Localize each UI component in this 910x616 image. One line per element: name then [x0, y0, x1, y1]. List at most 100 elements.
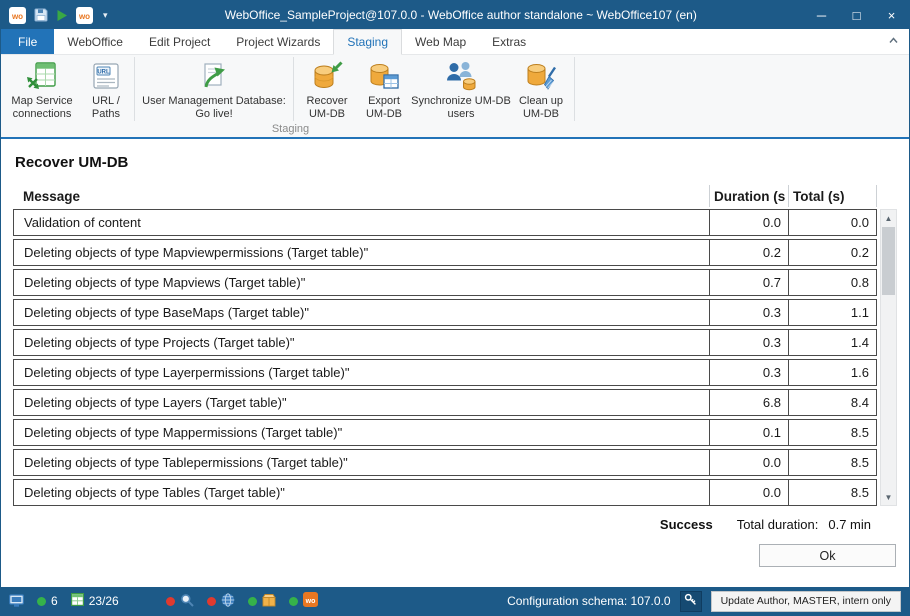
table-row[interactable]: Deleting objects of type Mapviewpermissi… [13, 239, 877, 266]
table-row[interactable]: Deleting objects of type BaseMaps (Targe… [13, 299, 877, 326]
run-icon[interactable] [56, 9, 68, 22]
counter-1-value: 6 [51, 594, 58, 608]
row-total: 8.5 [788, 480, 876, 505]
row-total: 8.5 [788, 450, 876, 475]
tab-extras[interactable]: Extras [479, 29, 539, 54]
total-duration-label: Total duration: [737, 517, 819, 532]
row-message: Deleting objects of type Mapviewpermissi… [14, 240, 709, 265]
key-button[interactable] [680, 591, 702, 612]
collapse-ribbon-button[interactable] [878, 29, 909, 54]
green-status-dot [289, 597, 298, 606]
weboffice-logo-icon[interactable]: wo [9, 7, 26, 24]
url-paths-icon: URL [90, 59, 122, 93]
table-row[interactable]: Deleting objects of type Layers (Target … [13, 389, 877, 416]
url-paths-button[interactable]: URL URL / Paths [81, 56, 131, 122]
search-service-status[interactable] [166, 593, 194, 610]
table-row[interactable]: Deleting objects of type Mappermissions … [13, 419, 877, 446]
window-title: WebOffice_SampleProject@107.0.0 - WebOff… [118, 8, 804, 22]
update-author-button[interactable]: Update Author, MASTER, intern only [711, 591, 901, 612]
row-total: 0.0 [788, 210, 876, 235]
row-message: Deleting objects of type Mapviews (Targe… [14, 270, 709, 295]
key-icon [684, 593, 697, 609]
row-duration: 0.7 [709, 270, 788, 295]
result-summary: Success Total duration: 0.7 min [13, 517, 897, 532]
page-title: Recover UM-DB [15, 154, 897, 171]
counter-2-value: 23/26 [89, 594, 119, 608]
status-counter-1[interactable]: 6 [37, 594, 58, 608]
ribbon: Map Service connections URL URL / [1, 55, 909, 139]
green-status-dot [248, 597, 257, 606]
tab-staging[interactable]: Staging [333, 29, 402, 55]
web-service-status[interactable] [207, 593, 235, 610]
ribbon-button-label: URL / Paths [81, 95, 131, 121]
table-row[interactable]: Deleting objects of type Tables (Target … [13, 479, 877, 506]
chevron-up-icon [888, 33, 899, 51]
map-service-connections-icon [26, 59, 58, 93]
package-service-status[interactable] [248, 593, 276, 610]
red-status-dot [166, 597, 175, 606]
map-service-connections-button[interactable]: Map Service connections [3, 56, 81, 122]
ribbon-separator [293, 57, 294, 121]
go-live-button[interactable]: User Management Database: Go live! [138, 56, 290, 122]
column-header-duration: Duration (s [710, 185, 789, 207]
export-umdb-button[interactable]: Export UM-DB [357, 56, 411, 122]
tab-project-wizards[interactable]: Project Wizards [223, 29, 333, 54]
weboffice-author-icon[interactable]: wo [76, 7, 93, 24]
weboffice-status-logo-icon: wo [303, 592, 318, 610]
main-content: Recover UM-DB Message Duration (s Total … [1, 139, 909, 587]
table-row[interactable]: Deleting objects of type Layerpermission… [13, 359, 877, 386]
svg-text:wo: wo [11, 12, 23, 21]
table-row[interactable]: Deleting objects of type Mapviews (Targe… [13, 269, 877, 296]
ribbon-buttons: Map Service connections URL URL / [3, 56, 578, 122]
row-message: Deleting objects of type Mappermissions … [14, 420, 709, 445]
ok-button[interactable]: Ok [759, 544, 896, 567]
weboffice-service-status[interactable]: wo [289, 592, 318, 610]
close-button[interactable]: × [874, 1, 909, 29]
window-controls: ─ □ × [804, 1, 909, 29]
ribbon-button-label: Recover UM-DB [297, 95, 357, 121]
table-row[interactable]: Deleting objects of type Tablepermission… [13, 449, 877, 476]
go-live-icon [198, 59, 230, 93]
row-message: Deleting objects of type Layerpermission… [14, 360, 709, 385]
configuration-schema-label: Configuration schema: 107.0.0 [507, 594, 670, 608]
tab-file[interactable]: File [1, 29, 54, 54]
row-total: 0.8 [788, 270, 876, 295]
table-row[interactable]: Validation of content 0.0 0.0 [13, 209, 877, 236]
table-status-icon [71, 593, 84, 609]
monitor-status-icon[interactable] [9, 594, 24, 608]
row-message: Deleting objects of type Tablepermission… [14, 450, 709, 475]
vertical-scrollbar[interactable]: ▲ ▼ [880, 209, 897, 506]
save-icon[interactable] [34, 8, 48, 22]
row-duration: 0.1 [709, 420, 788, 445]
scroll-down-icon[interactable]: ▼ [881, 489, 896, 505]
recover-umdb-button[interactable]: Recover UM-DB [297, 56, 357, 122]
ribbon-button-label: User Management Database: Go live! [138, 95, 290, 121]
table-body: Validation of content 0.0 0.0 Deleting o… [13, 209, 877, 506]
tab-web-map[interactable]: Web Map [402, 29, 479, 54]
row-message: Deleting objects of type Tables (Target … [14, 480, 709, 505]
green-status-dot [37, 597, 46, 606]
scroll-up-icon[interactable]: ▲ [881, 210, 896, 226]
ribbon-button-label: Map Service connections [3, 95, 81, 121]
scrollbar-thumb[interactable] [882, 227, 895, 295]
svg-text:URL: URL [97, 69, 110, 75]
cleanup-umdb-icon [525, 59, 557, 93]
recover-umdb-icon [311, 59, 343, 93]
row-message: Deleting objects of type Projects (Targe… [14, 330, 709, 355]
tab-weboffice[interactable]: WebOffice [54, 29, 136, 54]
synchronize-umdb-users-button[interactable]: Synchronize UM-DB users [411, 56, 511, 122]
svg-text:wo: wo [78, 12, 90, 21]
ribbon-button-label: Export UM-DB [357, 95, 411, 121]
titlebar: wo wo ▾ WebOffice_SampleProject@107.0.0 … [1, 1, 909, 29]
row-message: Deleting objects of type Layers (Target … [14, 390, 709, 415]
quick-access-toolbar: wo wo ▾ [1, 7, 118, 24]
minimize-button[interactable]: ─ [804, 1, 839, 29]
qat-dropdown-icon[interactable]: ▾ [101, 10, 110, 21]
row-total: 8.4 [788, 390, 876, 415]
status-counter-2[interactable]: 23/26 [71, 593, 119, 609]
tab-edit-project[interactable]: Edit Project [136, 29, 223, 54]
table-row[interactable]: Deleting objects of type Projects (Targe… [13, 329, 877, 356]
scrollbar-track[interactable] [881, 226, 896, 489]
cleanup-umdb-button[interactable]: Clean up UM-DB [511, 56, 571, 122]
maximize-button[interactable]: □ [839, 1, 874, 29]
